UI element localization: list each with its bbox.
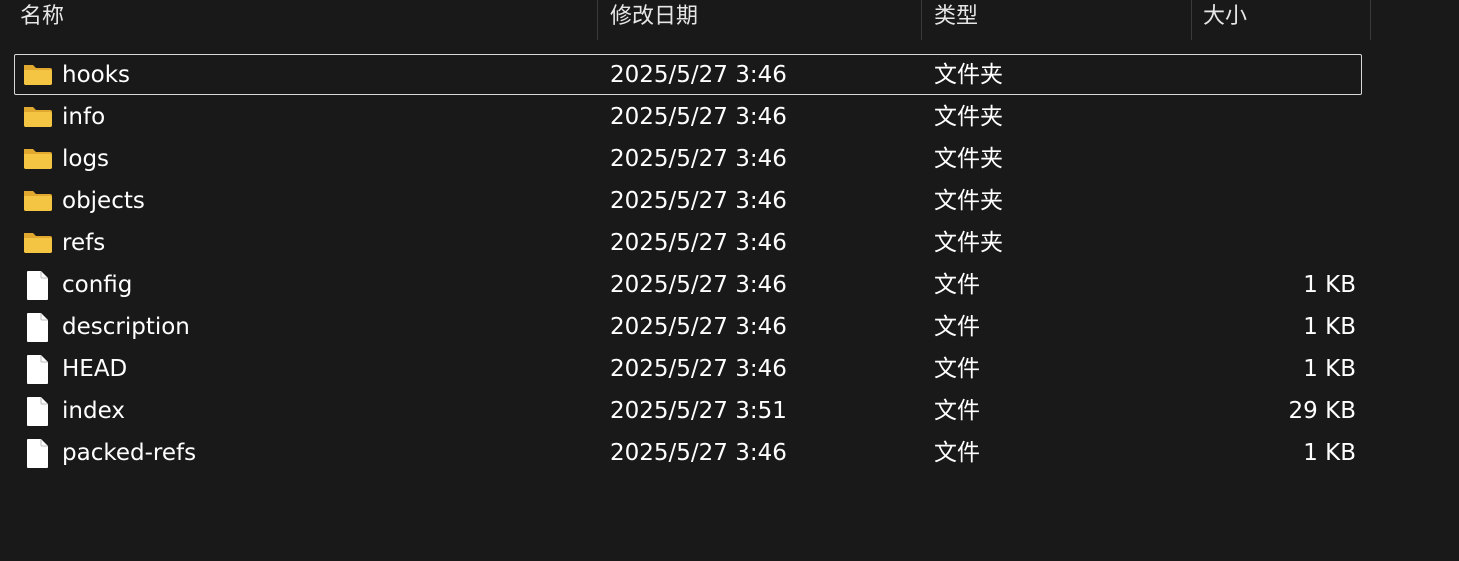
file-row[interactable]: logs 2025/5/27 3:46 文件夹 <box>0 138 1459 180</box>
file-row[interactable]: objects 2025/5/27 3:46 文件夹 <box>0 180 1459 222</box>
file-modified-date: 2025/5/27 3:46 <box>610 314 787 340</box>
file-row[interactable]: hooks 2025/5/27 3:46 文件夹 <box>0 54 1459 96</box>
folder-icon <box>22 54 54 96</box>
file-name: config <box>62 272 133 298</box>
file-size <box>1190 180 1356 222</box>
column-header-name[interactable]: 名称 <box>20 0 596 40</box>
file-type: 文件 <box>934 398 980 424</box>
column-header-bar: 名称 修改日期 类型 大小 <box>0 0 1459 40</box>
file-size: 1 KB <box>1303 356 1356 382</box>
file-name: objects <box>62 188 145 214</box>
file-list: hooks 2025/5/27 3:46 文件夹 info 2025/5/27 3:46… <box>0 54 1459 474</box>
file-size: 1 KB <box>1303 272 1356 298</box>
folder-icon <box>22 138 54 180</box>
file-size <box>1190 222 1356 264</box>
file-type: 文件 <box>934 440 980 466</box>
column-divider-size[interactable] <box>1370 0 1371 40</box>
file-icon <box>22 306 54 348</box>
folder-icon <box>22 96 54 138</box>
file-modified-date: 2025/5/27 3:46 <box>610 230 787 256</box>
file-row[interactable]: info 2025/5/27 3:46 文件夹 <box>0 96 1459 138</box>
file-row[interactable]: description 2025/5/27 3:46 文件 1 KB <box>0 306 1459 348</box>
file-modified-date: 2025/5/27 3:46 <box>610 104 787 130</box>
column-divider-name[interactable] <box>597 0 598 40</box>
column-divider-date[interactable] <box>921 0 922 40</box>
file-icon <box>22 348 54 390</box>
file-name: index <box>62 398 125 424</box>
file-modified-date: 2025/5/27 3:46 <box>610 188 787 214</box>
file-name: logs <box>62 146 110 172</box>
file-row[interactable]: refs 2025/5/27 3:46 文件夹 <box>0 222 1459 264</box>
file-size <box>1190 54 1356 96</box>
file-type: 文件 <box>934 356 980 382</box>
file-type: 文件 <box>934 272 980 298</box>
file-name: HEAD <box>62 356 128 382</box>
column-header-size[interactable]: 大小 <box>1203 0 1369 40</box>
file-row[interactable]: config 2025/5/27 3:46 文件 1 KB <box>0 264 1459 306</box>
file-name: info <box>62 104 106 130</box>
file-name: refs <box>62 230 106 256</box>
file-modified-date: 2025/5/27 3:46 <box>610 356 787 382</box>
column-header-date[interactable]: 修改日期 <box>610 0 920 40</box>
file-modified-date: 2025/5/27 3:51 <box>610 398 787 424</box>
folder-icon <box>22 180 54 222</box>
file-modified-date: 2025/5/27 3:46 <box>610 146 787 172</box>
file-size: 1 KB <box>1303 440 1356 466</box>
file-row[interactable]: HEAD 2025/5/27 3:46 文件 1 KB <box>0 348 1459 390</box>
file-type: 文件 <box>934 314 980 340</box>
file-modified-date: 2025/5/27 3:46 <box>610 62 787 88</box>
folder-icon <box>22 222 54 264</box>
file-name: packed-refs <box>62 440 197 466</box>
file-name: description <box>62 314 190 340</box>
file-size <box>1190 138 1356 180</box>
file-type: 文件夹 <box>934 188 1003 214</box>
file-type: 文件夹 <box>934 146 1003 172</box>
file-size: 1 KB <box>1303 314 1356 340</box>
file-row[interactable]: packed-refs 2025/5/27 3:46 文件 1 KB <box>0 432 1459 474</box>
file-type: 文件夹 <box>934 230 1003 256</box>
file-size: 29 KB <box>1288 398 1356 424</box>
file-name: hooks <box>62 62 131 88</box>
file-icon <box>22 390 54 432</box>
file-type: 文件夹 <box>934 104 1003 130</box>
file-icon <box>22 264 54 306</box>
file-type: 文件夹 <box>934 62 1003 88</box>
file-modified-date: 2025/5/27 3:46 <box>610 272 787 298</box>
file-icon <box>22 432 54 474</box>
column-header-type[interactable]: 类型 <box>934 0 1190 40</box>
file-modified-date: 2025/5/27 3:46 <box>610 440 787 466</box>
file-size <box>1190 96 1356 138</box>
column-divider-type[interactable] <box>1191 0 1192 40</box>
file-row[interactable]: index 2025/5/27 3:51 文件 29 KB <box>0 390 1459 432</box>
